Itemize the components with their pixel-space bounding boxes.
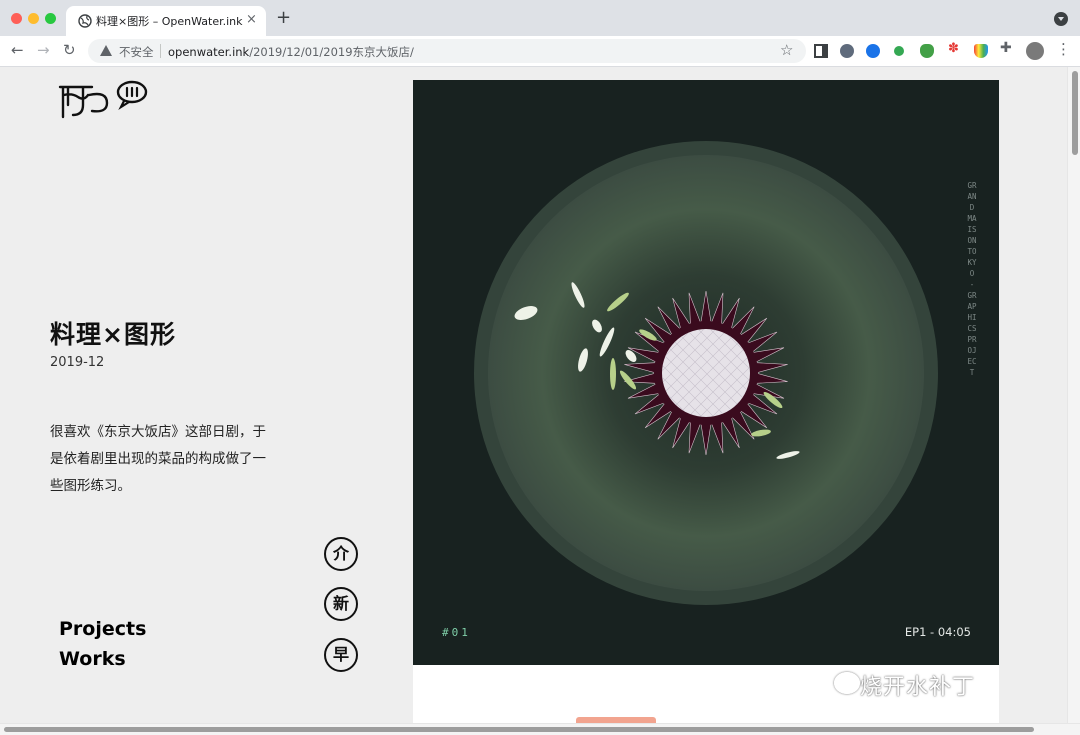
new-button[interactable]: 新 bbox=[324, 587, 358, 621]
url-host: openwater.ink bbox=[168, 45, 250, 59]
side-panel-icon[interactable] bbox=[814, 44, 828, 58]
vertical-scroll-thumb[interactable] bbox=[1072, 71, 1078, 155]
artwork-vertical-text: GRAND MAISON TOKYO - GRAPHICS PROJECT bbox=[967, 181, 977, 377]
star-icon[interactable]: ☆ bbox=[780, 41, 793, 59]
extension-icon[interactable] bbox=[866, 44, 880, 58]
about-button[interactable]: 介 bbox=[324, 537, 358, 571]
early-button[interactable]: 早 bbox=[324, 638, 358, 672]
forward-icon[interactable]: → bbox=[37, 40, 50, 60]
projects-link[interactable]: Projects bbox=[59, 618, 146, 640]
browser-toolbar: ← → ↻ 不安全 openwater.ink/2019/12/01/2019东… bbox=[0, 36, 1080, 67]
browser-tab[interactable]: 料理×图形 – OpenWater.ink × bbox=[66, 6, 266, 36]
tab-title: 料理×图形 – OpenWater.ink bbox=[96, 15, 243, 28]
avatar[interactable] bbox=[1026, 42, 1044, 60]
tab-bar: 料理×图形 – OpenWater.ink × + bbox=[0, 0, 1080, 36]
minimize-window-button[interactable] bbox=[28, 13, 39, 24]
post-date: 2019-12 bbox=[50, 355, 105, 370]
episode-number: #01 bbox=[442, 626, 471, 639]
url-path: /2019/12/01/2019东京大饭店/ bbox=[249, 45, 414, 59]
new-tab-button[interactable]: + bbox=[276, 8, 291, 28]
post-description: 很喜欢《东京大饭店》这部日剧，于是依着剧里出现的菜品的构成做了一些图形练习。 bbox=[50, 424, 266, 494]
horizontal-scroll-thumb[interactable] bbox=[4, 727, 1034, 732]
wechat-icon bbox=[834, 672, 860, 694]
episode-time: EP1 - 04:05 bbox=[904, 625, 971, 639]
page-content: 料理×图形 2019-12 很喜欢《东京大饭店》这部日剧，于是依着剧里出现的菜品… bbox=[0, 67, 1067, 723]
address-bar[interactable]: 不安全 openwater.ink/2019/12/01/2019东京大饭店/ … bbox=[88, 39, 806, 63]
close-tab-icon[interactable]: × bbox=[246, 12, 257, 27]
tab-search-icon[interactable] bbox=[1054, 12, 1068, 26]
puzzle-icon[interactable]: ✚ bbox=[1000, 40, 1014, 56]
extension-icon[interactable] bbox=[920, 44, 934, 58]
globe-icon bbox=[78, 14, 92, 28]
extension-icon[interactable] bbox=[840, 44, 854, 58]
horizontal-scrollbar[interactable] bbox=[0, 723, 1080, 735]
security-label[interactable]: 不安全 bbox=[119, 44, 154, 60]
reload-icon[interactable]: ↻ bbox=[63, 40, 76, 60]
artwork-image: GRAND MAISON TOKYO - GRAPHICS PROJECT #0… bbox=[413, 80, 999, 665]
url-text[interactable]: openwater.ink/2019/12/01/2019东京大饭店/ bbox=[168, 44, 414, 60]
extension-icon[interactable]: ✽ bbox=[948, 41, 962, 56]
dish-illustration bbox=[474, 141, 938, 605]
warning-icon bbox=[100, 45, 112, 56]
menu-icon[interactable]: ⋮ bbox=[1056, 40, 1071, 58]
back-icon[interactable]: ← bbox=[11, 40, 24, 60]
extension-icon[interactable] bbox=[974, 44, 988, 58]
omnibox-divider bbox=[160, 44, 161, 58]
vertical-scrollbar[interactable] bbox=[1067, 67, 1080, 723]
post-title: 料理×图形 bbox=[50, 320, 176, 349]
watermark-text: 烧开水补丁 bbox=[860, 675, 976, 700]
close-window-button[interactable] bbox=[11, 13, 22, 24]
watermark: 烧开水补丁 bbox=[834, 669, 976, 701]
extension-icon[interactable] bbox=[894, 46, 904, 56]
maximize-window-button[interactable] bbox=[45, 13, 56, 24]
site-logo[interactable] bbox=[58, 79, 150, 119]
dish-center-pattern bbox=[662, 329, 750, 417]
works-link[interactable]: Works bbox=[59, 648, 126, 670]
